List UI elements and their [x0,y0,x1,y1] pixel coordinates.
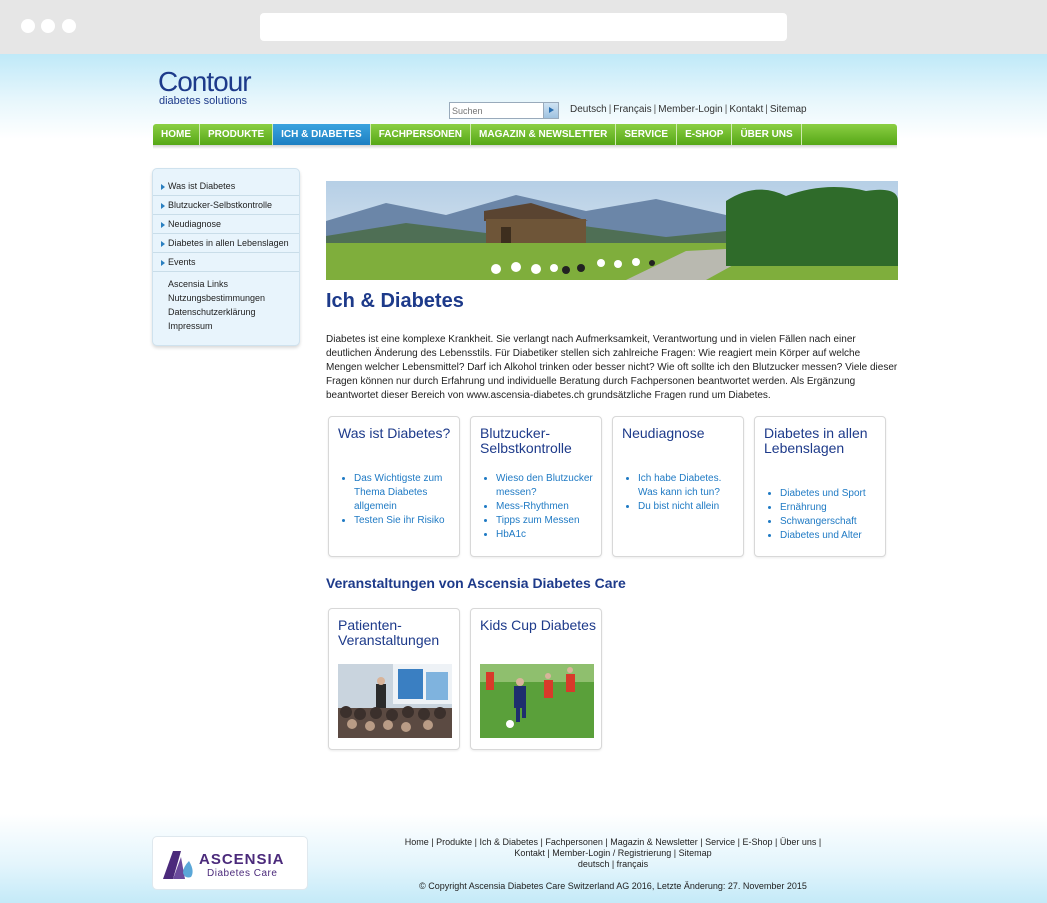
hero-banner-image [326,181,898,280]
card-link[interactable]: Diabetes und Alter [780,529,885,543]
contour-logo[interactable]: Contour diabetes solutions [158,66,252,107]
nav-fachpersonen[interactable]: FACHPERSONEN [371,124,472,145]
sidebar-sub-impressum[interactable]: Impressum [153,319,299,333]
card-was-ist-diabetes: Was ist Diabetes? Das Wichtigste zum The… [328,416,460,557]
card-lebenslagen: Diabetes in allen Lebenslagen Diabetes u… [754,416,886,557]
top-links: Deutsch | Français | Member-Login | Kontakt | Si… [570,104,807,115]
sidebar-item-lebenslagen[interactable]: Diabetes in allen Lebenslagen [153,234,299,253]
link-sitemap[interactable]: Sitemap [770,104,807,115]
sidebar-sub-ascensia-links[interactable]: Ascensia Links [153,277,299,291]
sidebar-sub-nutzung[interactable]: Nutzungsbestimmungen [153,291,299,305]
nav-produkte[interactable]: PRODUKTE [200,124,274,145]
window-minimize-dot[interactable] [41,19,55,33]
card-link[interactable]: Diabetes und Sport [780,487,885,501]
card-link[interactable]: HbA1c [496,528,601,542]
event-card-patienten[interactable]: Patienten-Veranstaltungen [328,608,460,750]
card-title[interactable]: Was ist Diabetes? [338,426,456,441]
main-nav: HOME PRODUKTE ICH & DIABETES FACHPERSONE… [153,124,897,145]
card-link[interactable]: Du bist nicht allein [638,500,743,514]
footer-links: Home | Produkte | Ich & Diabetes | Fachp… [398,837,828,870]
address-bar[interactable] [260,13,787,41]
ascensia-drop-icon [163,851,193,879]
ascensia-logo[interactable]: ASCENSIA Diabetes Care [152,836,308,890]
window-close-dot[interactable] [21,19,35,33]
card-link[interactable]: Ernährung [780,501,885,515]
sidebar-item-blutzucker[interactable]: Blutzucker-Selbstkontrolle [153,196,299,215]
nav-magazin[interactable]: MAGAZIN & NEWSLETTER [471,124,617,145]
sidebar-item-events[interactable]: Events [153,253,299,272]
link-francais[interactable]: Français [613,104,651,115]
nav-eshop[interactable]: E-SHOP [677,124,733,145]
window-maximize-dot[interactable] [62,19,76,33]
sidebar: Was ist Diabetes Blutzucker-Selbstkontro… [152,168,300,346]
card-link[interactable]: Tipps zum Messen [496,514,601,528]
footer-links-line2[interactable]: Kontakt | Member-Login / Registrierung |… [398,848,828,859]
event-photo-patienten[interactable] [338,664,452,738]
page-title: Ich & Diabetes [326,290,464,312]
search-box [449,102,559,119]
card-title[interactable]: Kids Cup Diabetes [480,618,598,633]
ascensia-name: ASCENSIA [199,851,285,868]
nav-home[interactable]: HOME [153,124,200,145]
browser-chrome [0,0,1047,54]
footer-links-line3[interactable]: deutsch | français [398,859,828,870]
card-link[interactable]: Ich habe Diabetes. Was kann ich tun? [638,472,743,500]
sidebar-item-was-ist-diabetes[interactable]: Was ist Diabetes [153,177,299,196]
nav-service[interactable]: SERVICE [616,124,678,145]
card-title[interactable]: Patienten-Veranstaltungen [338,618,456,648]
card-link[interactable]: Das Wichtigste zum Thema Diabetes allgem… [354,472,459,514]
nav-ueber-uns[interactable]: ÜBER UNS [732,124,802,145]
copyright: © Copyright Ascensia Diabetes Care Switz… [419,881,807,891]
card-title[interactable]: Diabetes in allen Lebenslagen [764,426,882,456]
link-member-login[interactable]: Member-Login [658,104,722,115]
link-deutsch[interactable]: Deutsch [570,104,607,115]
search-submit-button[interactable] [543,103,558,118]
sidebar-item-neudiagnose[interactable]: Neudiagnose [153,215,299,234]
card-link[interactable]: Testen Sie ihr Risiko [354,514,459,528]
event-card-kids-cup[interactable]: Kids Cup Diabetes [470,608,602,750]
nav-ich-diabetes[interactable]: ICH & DIABETES [273,124,371,145]
nav-shadow [153,145,897,149]
card-link[interactable]: Mess-Rhythmen [496,500,601,514]
event-photo-kids-cup[interactable] [480,664,594,738]
logo-tagline: diabetes solutions [159,95,248,107]
card-link[interactable]: Wieso den Blutzucker messen? [496,472,601,500]
events-heading: Veranstaltungen von Ascensia Diabetes Ca… [326,575,626,591]
card-link[interactable]: Schwangerschaft [780,515,885,529]
intro-paragraph: Diabetes ist eine komplexe Krankheit. Si… [326,334,898,401]
logo-wordmark: Contour [158,66,252,97]
card-blutzucker: Blutzucker-Selbstkontrolle Wieso den Blu… [470,416,602,557]
footer-links-line1[interactable]: Home | Produkte | Ich & Diabetes | Fachp… [398,837,828,848]
card-neudiagnose: Neudiagnose Ich habe Diabetes. Was kann … [612,416,744,557]
link-kontakt[interactable]: Kontakt [729,104,763,115]
sidebar-sub-datenschutz[interactable]: Datenschutzerklärung [153,305,299,319]
ascensia-subtitle: Diabetes Care [207,868,278,879]
page-viewport: Contour diabetes solutions Deutsch|Franç… [0,54,1047,903]
search-input[interactable] [452,104,540,117]
card-title[interactable]: Blutzucker-Selbstkontrolle [480,426,598,456]
card-title[interactable]: Neudiagnose [622,426,740,441]
